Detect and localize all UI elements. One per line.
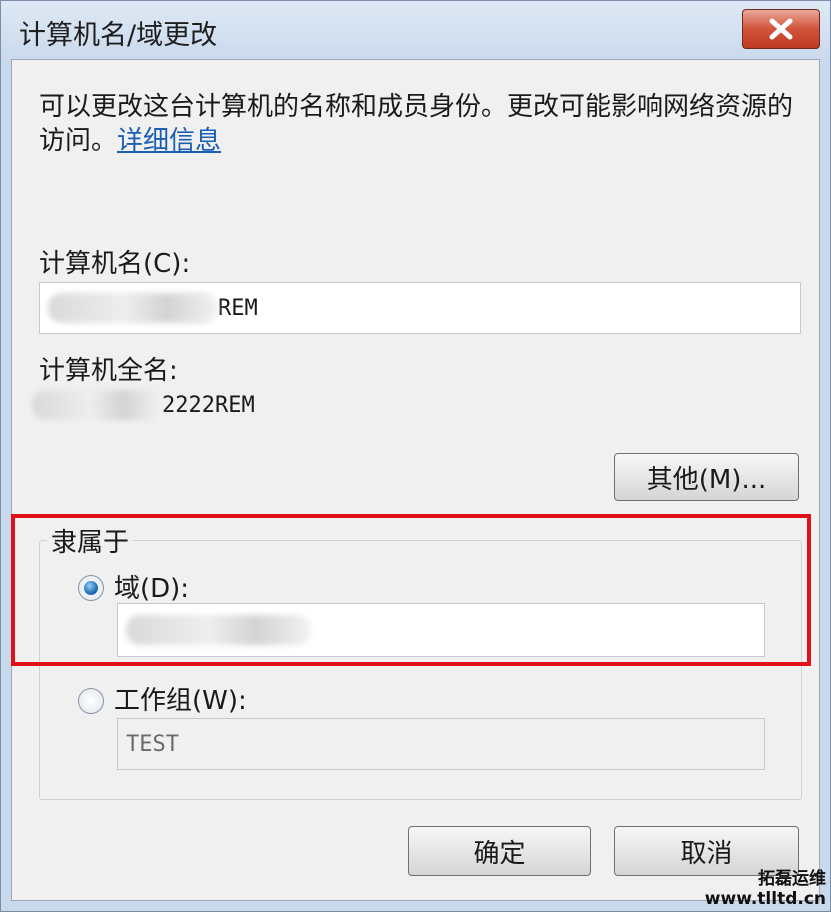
other-button[interactable]: 其他(M)... bbox=[614, 453, 799, 501]
ok-button[interactable]: 确定 bbox=[408, 826, 591, 876]
workgroup-label: 工作组(W): bbox=[114, 686, 247, 716]
computer-name-input[interactable]: REM bbox=[39, 282, 801, 334]
watermark: 拓磊运维 www.tlltd.cn bbox=[691, 869, 826, 909]
full-name-value-row: 2222REM bbox=[32, 388, 255, 422]
workgroup-input[interactable]: TEST bbox=[117, 718, 765, 770]
full-name-value: 2222REM bbox=[162, 392, 255, 418]
watermark-line2: www.tlltd.cn bbox=[704, 889, 826, 909]
window-title: 计算机名/域更改 bbox=[19, 20, 218, 51]
close-icon bbox=[769, 18, 793, 40]
close-button[interactable] bbox=[742, 9, 820, 49]
computer-name-value: REM bbox=[218, 295, 258, 321]
dialog-window: 计算机名/域更改 可以更改这台计算机的名称和成员身份。更改可能影响网络资源的访问… bbox=[0, 0, 831, 912]
highlight-box bbox=[11, 514, 811, 666]
redacted-value bbox=[32, 390, 162, 420]
title-bar[interactable]: 计算机名/域更改 bbox=[1, 1, 830, 59]
redacted-value bbox=[48, 293, 218, 323]
workgroup-radio[interactable] bbox=[78, 688, 104, 714]
details-link[interactable]: 详细信息 bbox=[117, 126, 221, 156]
watermark-line1: 拓磊运维 bbox=[758, 869, 826, 889]
description-text: 可以更改这台计算机的名称和成员身份。更改可能影响网络资源的访问。详细信息 bbox=[39, 90, 809, 158]
full-name-label: 计算机全名: bbox=[39, 356, 178, 386]
dialog-content: 可以更改这台计算机的名称和成员身份。更改可能影响网络资源的访问。详细信息 计算机… bbox=[11, 59, 820, 901]
computer-name-label: 计算机名(C): bbox=[39, 249, 191, 279]
